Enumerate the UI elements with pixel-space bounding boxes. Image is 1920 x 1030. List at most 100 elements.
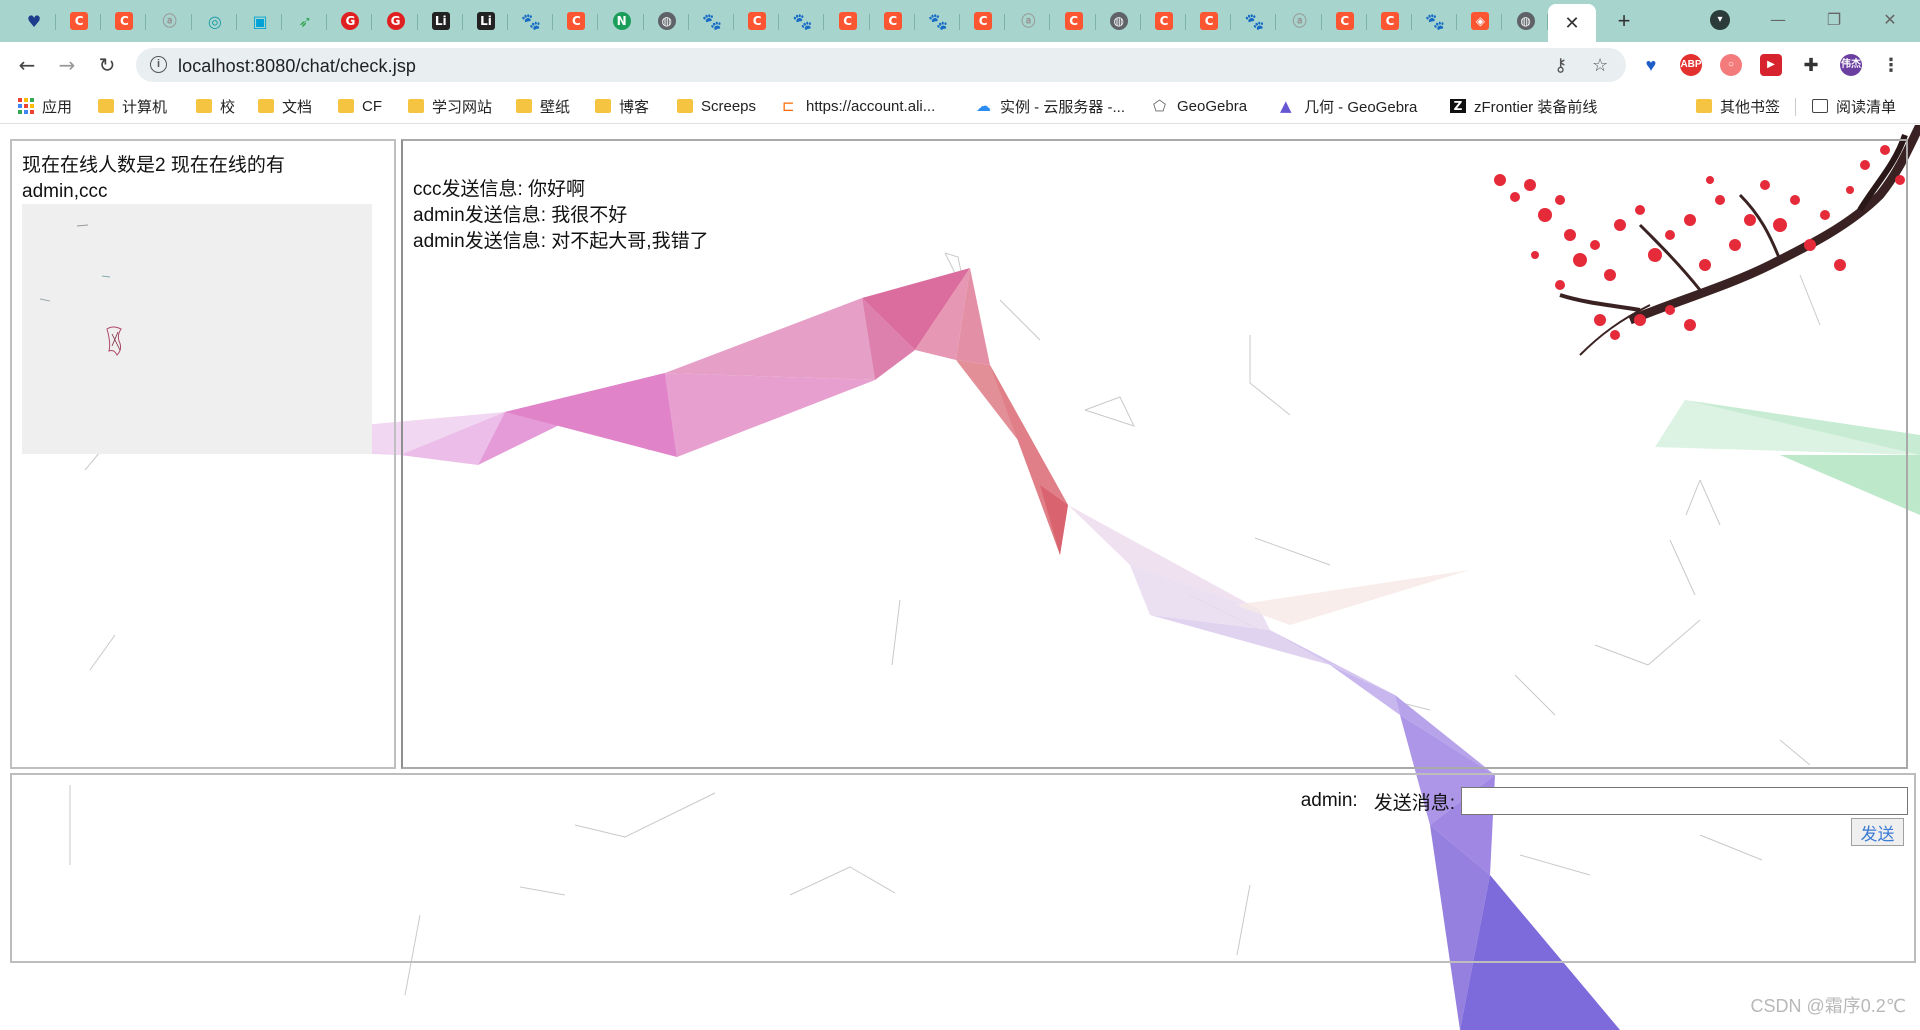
tab[interactable]: C — [826, 6, 870, 36]
bookmark-label: 几何 - GeoGebra — [1304, 98, 1418, 116]
tab[interactable]: 🐾 — [1413, 6, 1458, 36]
back-button[interactable]: ← — [12, 50, 42, 80]
new-tab-button[interactable]: + — [1610, 8, 1638, 34]
folder-icon — [677, 99, 693, 113]
record-extension-icon[interactable]: ○ — [1720, 54, 1742, 76]
tab[interactable]: C — [102, 6, 147, 36]
bookmark-item[interactable]: 计算机 — [98, 96, 167, 116]
tab[interactable]: 🐾 — [1232, 6, 1277, 36]
tab[interactable]: N — [600, 6, 644, 36]
other-bookmarks[interactable]: 其他书签 — [1696, 96, 1780, 116]
tab[interactable]: G — [374, 6, 418, 36]
translate-icon: ⓐ — [1021, 14, 1036, 30]
bookmark-label: CF — [362, 97, 382, 115]
apps-grid-icon — [18, 98, 34, 114]
bookmark-item[interactable]: CF — [338, 96, 382, 116]
bookmark-item[interactable]: ⬠ GeoGebra — [1153, 96, 1247, 116]
cloud-icon: ☁ — [976, 97, 991, 115]
reading-list-icon — [1812, 99, 1828, 113]
tab[interactable]: ♥ — [12, 6, 56, 36]
tab[interactable]: ◍ — [645, 6, 689, 36]
address-bar[interactable]: i localhost:8080/chat/check.jsp ⚷ ☆ — [136, 48, 1626, 82]
tab-search-icon[interactable]: ▾ — [1710, 10, 1730, 30]
bookmark-item[interactable]: ⊏ https://account.ali... — [782, 96, 935, 116]
bookmark-item[interactable]: 文档 — [258, 96, 312, 116]
folder-icon — [258, 99, 274, 113]
browser-toolbar: ← → ↻ i localhost:8080/chat/check.jsp ⚷ … — [0, 42, 1920, 88]
close-tab-icon[interactable]: ✕ — [1564, 13, 1579, 34]
forward-button[interactable]: → — [52, 50, 82, 80]
active-tab[interactable]: ✕ — [1548, 4, 1596, 42]
restore-icon[interactable]: ❐ — [1814, 6, 1854, 34]
globe-icon: ◍ — [1109, 12, 1128, 30]
bookmark-item[interactable]: 博客 — [595, 96, 649, 116]
tab[interactable]: C — [961, 6, 1006, 36]
tab[interactable]: 🐾 — [690, 6, 734, 36]
more-menu-icon[interactable]: ⋮ — [1880, 54, 1902, 76]
bookmark-label: 博客 — [619, 98, 650, 116]
bookmark-item[interactable]: Screeps — [677, 96, 756, 116]
video-extension-icon[interactable]: ▶ — [1760, 54, 1782, 76]
csdn-icon: C — [883, 12, 902, 30]
tab[interactable]: C — [1368, 6, 1412, 36]
folder-icon — [595, 99, 611, 113]
tab[interactable]: ⓐ — [1278, 6, 1322, 36]
close-window-icon[interactable]: ✕ — [1870, 6, 1910, 34]
bookmark-item[interactable]: 应用 — [18, 96, 72, 116]
adblock-extension-icon[interactable]: ABP — [1680, 54, 1702, 76]
tab[interactable]: C — [1052, 6, 1096, 36]
bookmark-star-icon[interactable]: ☆ — [1592, 55, 1608, 76]
send-message-label: 发送消息: — [1373, 792, 1455, 814]
tab[interactable]: C — [1187, 6, 1232, 36]
tab[interactable]: ◍ — [1097, 6, 1141, 36]
tab[interactable]: G — [328, 6, 373, 36]
bookmark-item[interactable]: 学习网站 — [408, 96, 492, 116]
csdn-icon: C — [1155, 12, 1173, 30]
bookmark-item[interactable]: ▲ 几何 - GeoGebra — [1280, 96, 1417, 116]
baidu-icon: 🐾 — [521, 11, 542, 31]
minimize-icon[interactable]: — — [1758, 6, 1798, 34]
tab[interactable]: ▣ — [238, 6, 282, 36]
bookmark-label: Screeps — [701, 97, 757, 115]
site-info-icon[interactable]: i — [150, 56, 167, 73]
reading-list[interactable]: 阅读清单 — [1812, 96, 1896, 116]
reload-button[interactable]: ↻ — [92, 50, 122, 80]
n-icon: N — [612, 12, 631, 30]
tab[interactable]: C — [735, 6, 780, 36]
tab[interactable]: ◈ — [1458, 6, 1503, 36]
tab[interactable]: C — [1323, 6, 1367, 36]
message-item: admin发送信息: 对不起大哥,我错了 — [413, 231, 709, 252]
bookmark-item[interactable]: 壁纸 — [516, 96, 570, 116]
li-icon: Li — [431, 12, 450, 30]
tab[interactable]: 🐾 — [916, 6, 960, 36]
message-input[interactable] — [1461, 787, 1908, 815]
send-button[interactable]: 发送 — [1851, 818, 1904, 846]
bookmark-label: https://account.ali... — [806, 97, 936, 115]
profile-avatar[interactable]: 伟杰 — [1840, 54, 1862, 76]
baidu-icon: 🐾 — [1425, 11, 1446, 31]
tab[interactable]: C — [57, 6, 102, 36]
bookmark-item[interactable]: ☁ 实例 - 云服务器 -... — [976, 96, 1125, 116]
tab[interactable]: ◍ — [1504, 6, 1548, 36]
bookmark-label: 实例 - 云服务器 -... — [1000, 98, 1125, 116]
vivaldi-extension-icon[interactable]: ♥ — [1640, 54, 1662, 76]
tab[interactable]: ➶ — [283, 6, 328, 36]
puzzle-extensions-icon[interactable]: ✚ — [1800, 54, 1822, 76]
tab[interactable]: ⓐ — [1006, 6, 1051, 36]
tab[interactable]: ⓐ — [148, 6, 192, 36]
key-icon[interactable]: ⚷ — [1554, 55, 1567, 76]
tab[interactable]: Li — [419, 6, 463, 36]
ink-figure-icon — [39, 224, 122, 356]
bookmark-item[interactable]: ZzFrontier 装备前线 — [1450, 96, 1597, 116]
bookmark-item[interactable]: 校 — [196, 96, 235, 116]
tab[interactable]: ◎ — [193, 6, 237, 36]
tab[interactable]: C — [554, 6, 599, 36]
tab[interactable]: 🐾 — [780, 6, 825, 36]
other-bookmarks-label: 其他书签 — [1720, 98, 1781, 116]
tab[interactable]: 🐾 — [509, 6, 554, 36]
tab[interactable]: C — [871, 6, 915, 36]
tab[interactable]: Li — [464, 6, 508, 36]
csdn-icon: C — [974, 12, 993, 30]
tab[interactable]: C — [1142, 6, 1186, 36]
message-list: ccc发送信息: 你好啊 admin发送信息: 我很不好 admin发送信息: … — [413, 177, 709, 255]
